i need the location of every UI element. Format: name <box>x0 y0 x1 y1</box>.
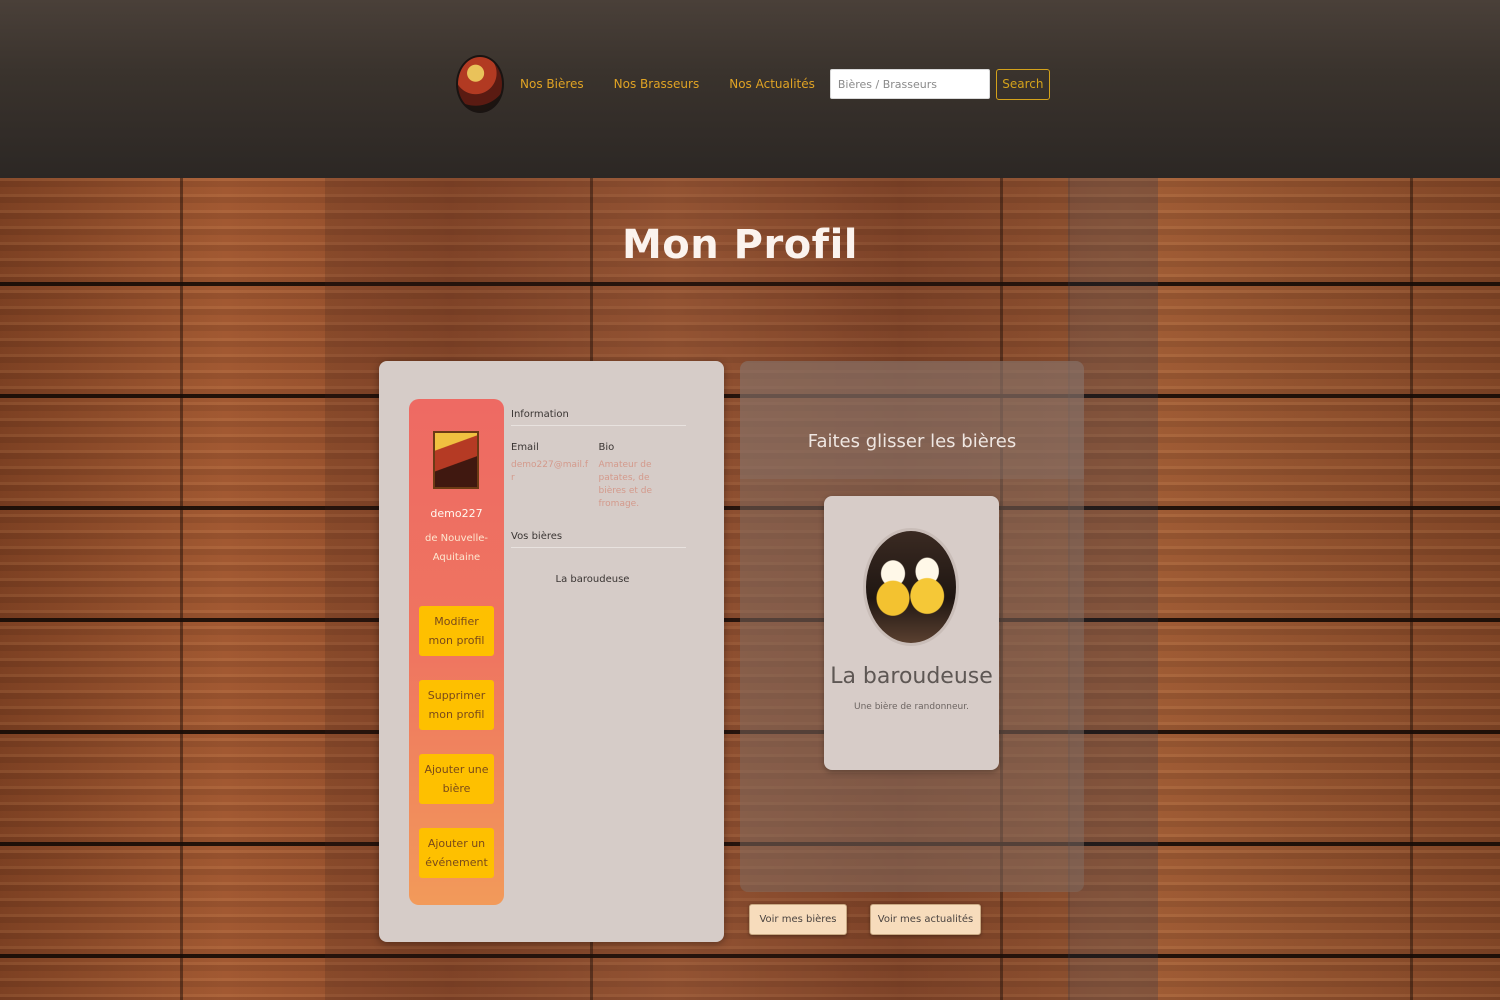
bio-label: Bio <box>598 442 615 453</box>
username: demo227 <box>430 507 483 520</box>
page-title: Mon Profil <box>621 222 859 268</box>
avatar <box>433 431 479 489</box>
beer-description: Une bière de randonneur. <box>854 702 969 712</box>
add-beer-button[interactable]: Ajouter une bière <box>419 754 494 804</box>
nav-link-bieres[interactable]: Nos Bières <box>520 77 584 91</box>
bio-column: Bio Amateur de patates, de bières et de … <box>599 442 687 511</box>
email-label: Email <box>511 442 539 453</box>
profile-card: demo227 de Nouvelle-Aquitaine Modifier m… <box>379 361 724 942</box>
edit-profile-button[interactable]: Modifier mon profil <box>419 606 494 656</box>
beer-card[interactable]: La baroudeuse Une bière de randonneur. <box>824 496 999 770</box>
slider-title: Faites glisser les bières <box>807 431 1017 452</box>
list-item[interactable]: La baroudeuse <box>511 574 686 585</box>
search-input[interactable] <box>829 69 990 99</box>
email-column: Email demo227@mail.fr <box>511 442 599 511</box>
beer-slider-panel: Faites glisser les bières La baroudeuse … <box>740 361 1084 892</box>
information-heading: Information <box>511 409 686 426</box>
user-region: de Nouvelle-Aquitaine <box>424 533 488 563</box>
bio-value: Amateur de patates, de bières et de from… <box>598 460 653 509</box>
view-my-news-button[interactable]: Voir mes actualités <box>870 904 981 935</box>
beer-image <box>863 528 959 646</box>
your-beers-heading: Vos bières <box>511 531 686 548</box>
email-value: demo227@mail.fr <box>511 460 589 483</box>
top-header: Nos Bières Nos Brasseurs Nos Actualités … <box>0 0 1500 178</box>
profile-side-panel: demo227 de Nouvelle-Aquitaine Modifier m… <box>409 399 504 905</box>
add-event-button[interactable]: Ajouter un événement <box>419 828 494 878</box>
profile-info: Information Email demo227@mail.fr Bio Am… <box>511 409 686 585</box>
beer-name: La baroudeuse <box>830 664 993 689</box>
search-button[interactable]: Search <box>995 68 1050 100</box>
main-nav: Nos Bières Nos Brasseurs Nos Actualités … <box>456 55 1050 113</box>
nav-link-brasseurs[interactable]: Nos Brasseurs <box>614 77 700 91</box>
delete-profile-button[interactable]: Supprimer mon profil <box>419 680 494 730</box>
site-logo[interactable] <box>456 55 504 113</box>
view-my-beers-button[interactable]: Voir mes bières <box>749 904 847 935</box>
nav-link-actualites[interactable]: Nos Actualités <box>729 77 815 91</box>
slider-header <box>740 361 1084 479</box>
info-row: Email demo227@mail.fr Bio Amateur de pat… <box>511 442 686 511</box>
